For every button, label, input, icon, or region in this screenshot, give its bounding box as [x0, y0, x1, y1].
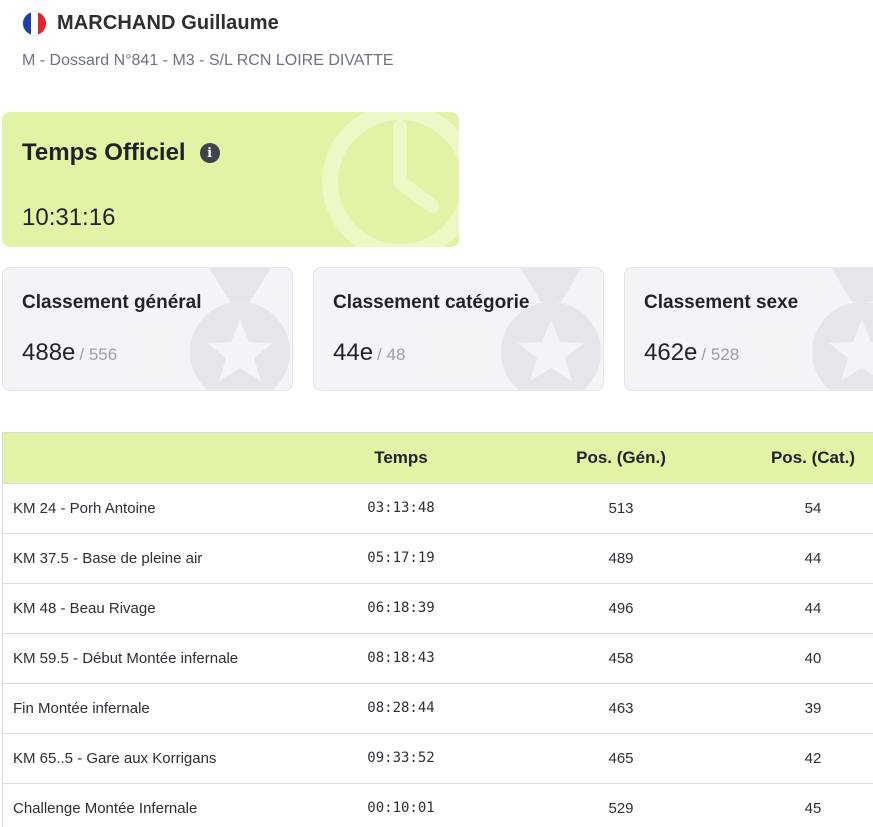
- pos-cat-cell: 39: [804, 699, 822, 717]
- pos-gen-cell: 458: [608, 649, 634, 667]
- time-cell: 06:18:39: [367, 600, 435, 616]
- pos-cat-cell: 44: [804, 599, 822, 617]
- table-row: Challenge Montée Infernale 00:10:01 529 45: [3, 783, 873, 827]
- athlete-subtitle: M - Dossard N°841 - M3 - S/L RCN LOIRE D…: [22, 52, 394, 69]
- ranking-position: 462e: [644, 339, 698, 366]
- ranking-value: 488e/ 556: [22, 339, 117, 367]
- ranking-card-category: Classement catégorie 44e/ 48: [313, 267, 604, 391]
- ranking-position: 44e: [333, 339, 374, 366]
- ranking-total: / 556: [79, 345, 118, 364]
- checkpoint-cell: KM 48 - Beau Rivage: [13, 599, 156, 617]
- pos-cat-cell: 40: [804, 649, 822, 667]
- table-header-row: Temps Pos. (Gén.) Pos. (Cat.): [3, 433, 873, 483]
- france-flag-icon: [22, 10, 47, 36]
- table-row: KM 59.5 - Début Montée infernale 08:18:43…: [3, 633, 873, 683]
- pos-gen-cell: 529: [608, 799, 634, 817]
- time-cell: 05:17:19: [367, 550, 435, 566]
- table-row: KM 65..5 - Gare aux Korrigans 09:33:52 465…: [3, 733, 873, 783]
- checkpoint-cell: Fin Montée infernale: [13, 699, 150, 717]
- official-time-card: Temps Officiel i 10:31:16: [2, 112, 459, 247]
- time-cell: 08:28:44: [367, 700, 435, 716]
- table-row: Fin Montée infernale 08:28:44 463 39: [3, 683, 873, 733]
- medal-icon: [812, 268, 873, 390]
- pos-gen-cell: 463: [608, 699, 634, 717]
- ranking-value: 462e/ 528: [644, 339, 739, 367]
- pos-gen-cell: 513: [608, 499, 634, 517]
- athlete-name: MARCHAND Guillaume: [57, 11, 279, 34]
- ranking-card-general: Classement général 488e/ 556: [2, 267, 293, 391]
- ranking-card-sex: Classement sexe 462e/ 528: [624, 267, 873, 391]
- ranking-value: 44e/ 48: [333, 339, 405, 367]
- time-cell: 08:18:43: [367, 650, 435, 666]
- ranking-title: Classement catégorie: [333, 292, 530, 313]
- time-cell: 00:10:01: [367, 800, 435, 817]
- column-header-time[interactable]: Temps: [303, 433, 499, 483]
- pos-gen-cell: 489: [608, 549, 634, 567]
- pos-cat-cell: 45: [804, 799, 822, 817]
- pos-cat-cell: 44: [804, 549, 822, 567]
- ranking-total: / 528: [701, 345, 740, 364]
- athlete-name-row: MARCHAND Guillaume: [22, 8, 394, 38]
- official-time-title: Temps Officiel i: [22, 139, 220, 167]
- info-icon[interactable]: i: [199, 143, 220, 163]
- official-time-value: 10:31:16: [22, 204, 116, 231]
- pos-cat-cell: 54: [804, 499, 822, 517]
- ranking-title: Classement sexe: [644, 292, 799, 313]
- clock-icon: [322, 112, 459, 247]
- column-header-pos-gen[interactable]: Pos. (Gén.): [499, 433, 743, 483]
- checkpoint-cell: KM 37.5 - Base de pleine air: [13, 549, 203, 567]
- pos-gen-cell: 496: [608, 599, 634, 617]
- time-cell: 09:33:52: [367, 750, 435, 766]
- pos-cat-cell: 42: [804, 749, 822, 767]
- athlete-header: MARCHAND Guillaume M - Dossard N°841 - M…: [22, 8, 394, 70]
- checkpoint-cell: KM 59.5 - Début Montée infernale: [13, 649, 239, 667]
- pos-gen-cell: 465: [608, 749, 634, 767]
- ranking-title: Classement général: [22, 292, 202, 313]
- column-header-pos-cat[interactable]: Pos. (Cat.): [743, 433, 873, 483]
- table-row: KM 48 - Beau Rivage 06:18:39 496 44: [3, 583, 873, 633]
- column-header-checkpoint: [3, 433, 303, 483]
- table-row: KM 24 - Porh Antoine 03:13:48 513 54: [3, 483, 873, 533]
- medal-icon: [190, 268, 290, 390]
- checkpoint-cell: Challenge Montée Infernale: [13, 799, 198, 817]
- table-body: KM 24 - Porh Antoine 03:13:48 513 54 KM 37.5…: [3, 483, 873, 827]
- table-row: KM 37.5 - Base de pleine air 05:17:19 489 4…: [3, 533, 873, 583]
- splits-table: Temps Pos. (Gén.) Pos. (Cat.) KM 24 - Po…: [2, 432, 873, 827]
- ranking-position: 488e: [22, 339, 76, 366]
- checkpoint-cell: KM 65..5 - Gare aux Korrigans: [13, 749, 217, 767]
- official-time-label: Temps Officiel: [22, 139, 186, 166]
- medal-icon: [501, 268, 601, 390]
- checkpoint-cell: KM 24 - Porh Antoine: [13, 499, 156, 517]
- time-cell: 03:13:48: [367, 500, 435, 516]
- ranking-total: / 48: [377, 345, 406, 364]
